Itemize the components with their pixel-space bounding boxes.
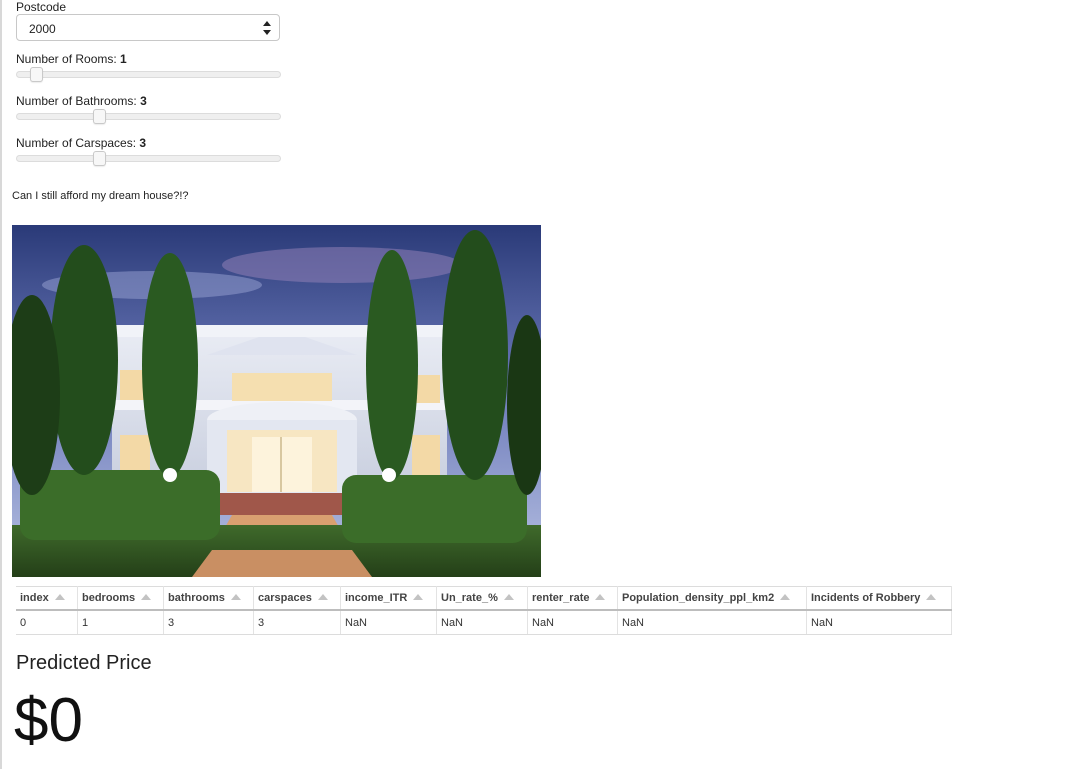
table-cell: 1 <box>77 610 164 635</box>
predicted-price-title: Predicted Price <box>16 652 152 674</box>
spinner-icon[interactable] <box>262 18 272 38</box>
column-header[interactable]: income_ITR <box>340 586 437 611</box>
carspaces-slider-label: Number of Carspaces: 3 <box>16 136 146 150</box>
table-cell: NaN <box>436 610 528 635</box>
column-header-label: bathrooms <box>168 592 225 604</box>
house-photo <box>12 225 541 577</box>
sort-ascending-icon[interactable] <box>595 594 606 601</box>
rooms-slider-label: Number of Rooms: 1 <box>16 52 127 66</box>
column-header[interactable]: carspaces <box>253 586 341 611</box>
table-cell: NaN <box>527 610 618 635</box>
sort-ascending-icon[interactable] <box>230 594 241 601</box>
column-header-label: income_ITR <box>345 592 408 604</box>
table-cell: NaN <box>806 610 952 635</box>
column-header[interactable]: Un_rate_% <box>436 586 528 611</box>
carspaces-label-text: Number of Carspaces: <box>16 136 137 150</box>
column-header[interactable]: bedrooms <box>77 586 164 611</box>
column-header-label: renter_rate <box>532 592 590 604</box>
bathrooms-slider-label: Number of Bathrooms: 3 <box>16 94 147 108</box>
column-header[interactable]: index <box>16 586 78 611</box>
sort-ascending-icon[interactable] <box>503 594 514 601</box>
rooms-value: 1 <box>120 52 127 66</box>
sort-ascending-icon[interactable] <box>54 594 65 601</box>
column-header-label: index <box>20 592 49 604</box>
postcode-input[interactable]: 2000 <box>16 14 280 41</box>
bathrooms-value: 3 <box>140 94 147 108</box>
sort-ascending-icon[interactable] <box>317 594 328 601</box>
column-header-label: bedrooms <box>82 592 136 604</box>
data-table: index bedrooms bathrooms carspaces income_IT… <box>16 586 952 635</box>
postcode-value[interactable]: 2000 <box>29 22 56 36</box>
table-header-row: index bedrooms bathrooms carspaces income_IT… <box>16 586 952 611</box>
table-cell: 3 <box>163 610 254 635</box>
column-header[interactable]: Population_density_ppl_km2 <box>617 586 807 611</box>
column-header-label: Incidents of Robbery <box>811 592 921 604</box>
table-row: 0 1 3 3 NaN NaN NaN NaN NaN <box>16 610 952 635</box>
column-header[interactable]: Incidents of Robbery <box>806 586 952 611</box>
table-cell: NaN <box>340 610 437 635</box>
app-page: Postcode 2000 Number of Rooms: 1 Number … <box>0 0 1079 769</box>
rooms-slider[interactable] <box>16 67 281 83</box>
slider-thumb[interactable] <box>92 109 106 124</box>
table-cell: 0 <box>16 610 78 635</box>
house-photo-icon <box>12 225 541 577</box>
column-header[interactable]: bathrooms <box>163 586 254 611</box>
column-header-label: Un_rate_% <box>441 592 498 604</box>
sort-ascending-icon[interactable] <box>780 594 791 601</box>
column-header[interactable]: renter_rate <box>527 586 618 611</box>
rooms-label-text: Number of Rooms: <box>16 52 117 66</box>
predicted-price-value: $0 <box>14 686 83 755</box>
bathrooms-slider[interactable] <box>16 109 281 125</box>
sort-ascending-icon[interactable] <box>926 594 937 601</box>
carspaces-value: 3 <box>139 136 147 150</box>
slider-track[interactable] <box>16 113 281 120</box>
table-cell: 3 <box>253 610 341 635</box>
slider-track[interactable] <box>16 155 281 162</box>
slider-thumb[interactable] <box>92 151 106 166</box>
slider-thumb[interactable] <box>30 67 44 82</box>
column-header-label: carspaces <box>258 592 312 604</box>
carspaces-slider[interactable] <box>16 151 281 167</box>
question-text: Can I still afford my dream house?!? <box>12 190 189 202</box>
slider-track[interactable] <box>16 71 281 78</box>
postcode-label: Postcode <box>16 0 67 14</box>
sort-ascending-icon[interactable] <box>413 594 424 601</box>
table-cell: NaN <box>617 610 807 635</box>
bathrooms-label-text: Number of Bathrooms: <box>16 94 137 108</box>
sort-ascending-icon[interactable] <box>141 594 152 601</box>
column-header-label: Population_density_ppl_km2 <box>622 592 775 604</box>
